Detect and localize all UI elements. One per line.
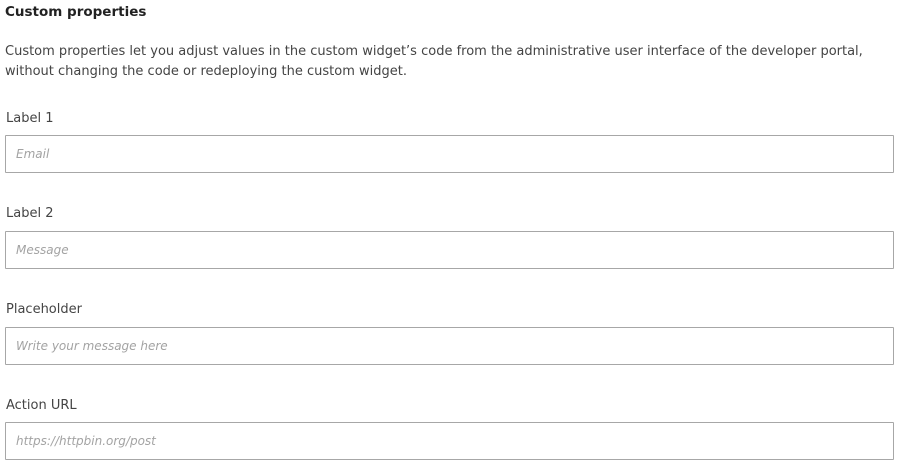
placeholder-input[interactable] — [5, 327, 894, 365]
placeholder-label: Placeholder — [6, 302, 82, 317]
action-url-label: Action URL — [6, 398, 77, 413]
custom-properties-panel: Custom properties Custom properties let … — [0, 0, 913, 468]
section-description: Custom properties let you adjust values … — [5, 44, 863, 79]
label-2-input[interactable] — [5, 231, 894, 269]
label-2-label: Label 2 — [6, 206, 54, 221]
section-title: Custom properties — [5, 4, 147, 20]
action-url-input[interactable] — [5, 422, 894, 460]
label-1-label: Label 1 — [6, 111, 54, 126]
label-1-input[interactable] — [5, 135, 894, 173]
